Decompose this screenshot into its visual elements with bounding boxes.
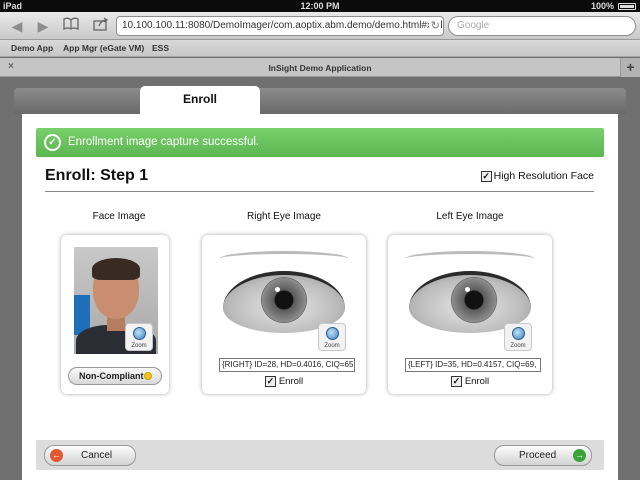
checkbox-checked-icon[interactable]: ✓ [450, 376, 462, 387]
proceed-label: Proceed [519, 450, 557, 461]
right-eye-info-field[interactable]: {RIGHT} ID=28, HD=0.4016, CIQ=65 [219, 358, 355, 372]
cancel-button[interactable]: ← Cancel [44, 445, 136, 466]
back-arrow-circle-icon: ← [50, 449, 63, 462]
bookmarks-bar: Demo App App Mgr (eGate VM) ESS [0, 40, 640, 57]
bookmark-demo-app[interactable]: Demo App [11, 43, 53, 53]
eyelashes [405, 251, 535, 267]
eyelashes [219, 251, 349, 267]
page-title: Enroll: Step 1 [45, 167, 149, 184]
non-compliant-button[interactable]: Non-Compliant [68, 367, 162, 385]
bookmark-ess[interactable]: ESS [152, 43, 169, 53]
face-image-card: Zoom Non-Compliant [61, 235, 169, 394]
proceed-button[interactable]: Proceed → [494, 445, 592, 466]
banner-text: Enrollment image capture successful. [68, 136, 260, 148]
tab-enroll[interactable]: Enroll [140, 86, 260, 116]
checkmark-circle-icon: ✓ [44, 134, 61, 151]
right-eye-card: Zoom {RIGHT} ID=28, HD=0.4016, CIQ=65 ✓ … [202, 235, 366, 394]
right-eye-enroll-toggle[interactable]: ✓ Enroll [202, 376, 366, 387]
forward-arrow-circle-icon: → [573, 449, 586, 462]
zoom-icon [326, 327, 339, 340]
hair [92, 258, 140, 280]
high-resolution-face-toggle[interactable]: ✓ High Resolution Face [480, 170, 594, 182]
search-input[interactable]: Google [448, 16, 636, 36]
iris [261, 277, 307, 323]
left-eye-info-field[interactable]: {LEFT} ID=35, HD=0.4157, CIQ=69, [405, 358, 541, 372]
left-eye-zoom-button[interactable]: Zoom [504, 323, 532, 351]
battery-percent: 100% [590, 1, 614, 11]
forward-arrow-icon[interactable]: ▶ [34, 17, 52, 35]
bookmark-app-mgr[interactable]: App Mgr (eGate VM) [63, 43, 144, 53]
url-text: 10.100.100.11:8080/DemoImager/com.aoptix… [122, 20, 443, 31]
zoom-label: Zoom [324, 343, 340, 349]
divider [45, 191, 594, 192]
success-banner: ✓ Enrollment image capture successful. [36, 128, 604, 157]
reload-icon[interactable]: ↻ [428, 17, 440, 35]
status-bar: iPad 12:00 PM 100% [0, 0, 640, 12]
browser-tab-strip: × InSight Demo Application + [0, 58, 640, 77]
clock: 12:00 PM [300, 1, 340, 11]
left-eye-card: Zoom {LEFT} ID=35, HD=0.4157, CIQ=69, ✓ … [388, 235, 552, 394]
enroll-panel: ✓ Enrollment image capture successful. E… [22, 114, 618, 480]
left-eye-enroll-toggle[interactable]: ✓ Enroll [388, 376, 552, 387]
checkbox-checked-icon[interactable]: ✓ [264, 376, 276, 387]
back-arrow-icon[interactable]: ◀ [8, 17, 26, 35]
tab-title[interactable]: InSight Demo Application [0, 63, 640, 73]
iris [451, 277, 497, 323]
enroll-label: Enroll [278, 376, 304, 387]
bookmarks-book-icon[interactable] [62, 17, 80, 35]
checkbox-checked-icon[interactable]: ✓ [480, 170, 492, 182]
browser-toolbar: ◀ ▶ 10.100.100.11:8080/DemoImager/com.ao… [0, 12, 640, 40]
battery-icon [618, 2, 636, 10]
footer-bar: ← Cancel Proceed → [36, 440, 604, 470]
zoom-label: Zoom [131, 343, 147, 349]
zoom-icon [512, 327, 525, 340]
zoom-icon [133, 327, 146, 340]
right-eye-zoom-button[interactable]: Zoom [318, 323, 346, 351]
face-zoom-button[interactable]: Zoom [125, 323, 153, 351]
url-input[interactable]: 10.100.100.11:8080/DemoImager/com.aoptix… [116, 16, 444, 36]
battery-indicator: 100% [591, 0, 636, 12]
status-dot-icon [144, 372, 152, 380]
glint [465, 287, 470, 292]
cancel-label: Cancel [81, 450, 113, 461]
app-tab-bar: Enroll [14, 86, 626, 116]
right-eye-image-label: Right Eye Image [247, 211, 321, 222]
new-tab-icon[interactable]: + [620, 58, 640, 77]
zoom-label: Zoom [510, 343, 526, 349]
face-image-label: Face Image [92, 211, 146, 222]
glint [275, 287, 280, 292]
left-eye-image-label: Left Eye Image [436, 211, 504, 222]
share-icon[interactable] [92, 17, 110, 35]
enroll-label: Enroll [464, 376, 490, 387]
app-area: Enroll ✓ Enrollment image capture succes… [0, 78, 640, 480]
high-resolution-label: High Resolution Face [493, 170, 594, 182]
non-compliant-label: Non-Compliant [79, 371, 144, 381]
